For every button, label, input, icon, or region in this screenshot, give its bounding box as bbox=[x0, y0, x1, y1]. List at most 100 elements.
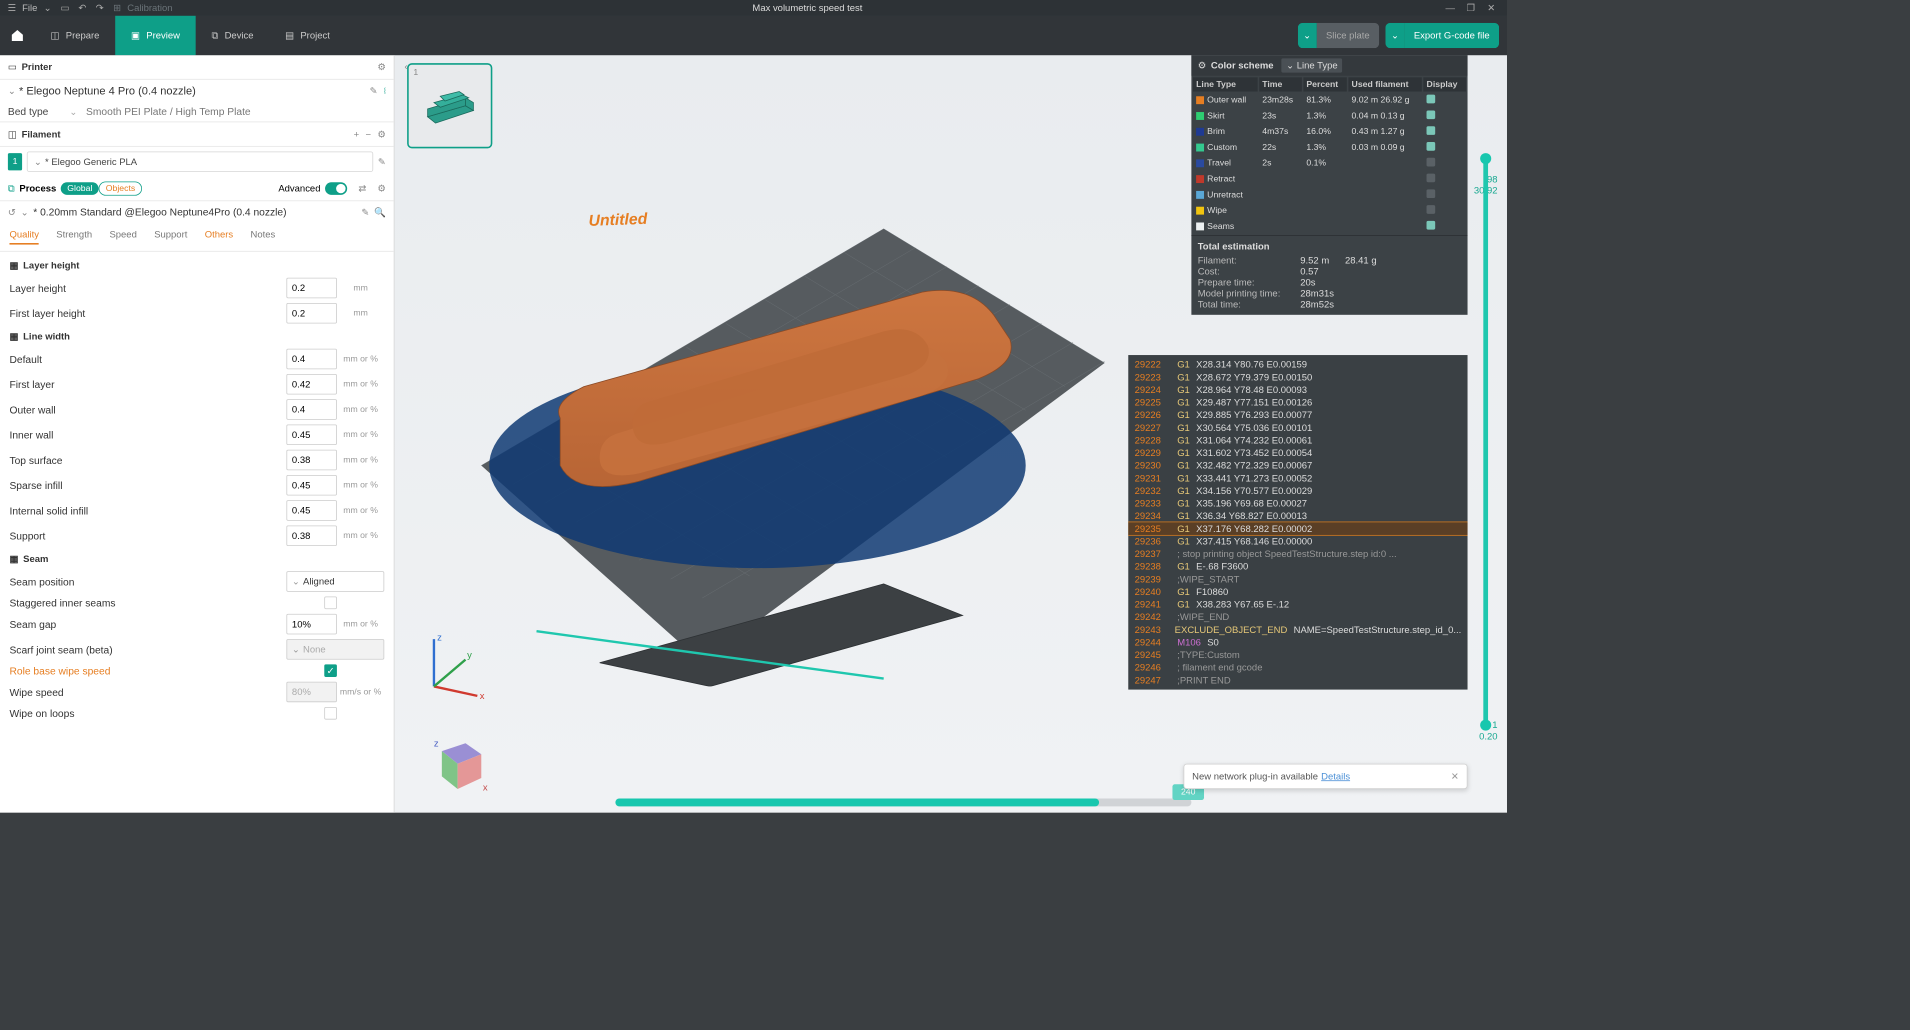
chevron-down-icon[interactable]: ⌄ bbox=[8, 85, 16, 96]
remove-icon[interactable]: − bbox=[365, 129, 371, 140]
settings-tab-quality[interactable]: Quality bbox=[9, 229, 38, 245]
layer-slider[interactable]: 9830.92 10.20 bbox=[1472, 118, 1499, 765]
legend-row[interactable]: Wipe bbox=[1193, 204, 1466, 218]
param-input[interactable] bbox=[286, 278, 336, 299]
settings-tab-others[interactable]: Others bbox=[205, 229, 233, 245]
gcode-panel[interactable]: 29222G1 X28.314 Y80.76 E0.0015929223G1 X… bbox=[1128, 355, 1467, 690]
build-plate[interactable] bbox=[458, 221, 1113, 687]
save-icon[interactable]: ▭ bbox=[58, 1, 72, 15]
view-cube[interactable]: z x bbox=[426, 734, 489, 797]
display-toggle[interactable] bbox=[1427, 158, 1436, 167]
settings-tab-strength[interactable]: Strength bbox=[56, 229, 92, 245]
gcode-line[interactable]: 29244M106 S0 bbox=[1128, 636, 1467, 649]
gcode-line[interactable]: 29240G1 F10860 bbox=[1128, 585, 1467, 598]
legend-row[interactable]: Custom22s1.3%0.03 m 0.09 g bbox=[1193, 140, 1466, 154]
home-button[interactable] bbox=[0, 28, 35, 44]
file-menu[interactable]: File bbox=[22, 2, 37, 13]
gcode-line[interactable]: 29247;PRINT END bbox=[1128, 674, 1467, 687]
tab-device[interactable]: ⧉Device bbox=[196, 16, 270, 55]
bed-type-select[interactable]: Smooth PEI Plate / High Temp Plate bbox=[77, 105, 385, 118]
filament-select[interactable]: ⌄* Elegoo Generic PLA bbox=[27, 151, 373, 172]
redo-icon[interactable]: ↷ bbox=[93, 1, 107, 15]
gcode-line[interactable]: 29243EXCLUDE_OBJECT_END NAME=SpeedTestSt… bbox=[1128, 623, 1467, 636]
gcode-line[interactable]: 29231G1 X33.441 Y71.273 E0.00052 bbox=[1128, 472, 1467, 485]
display-toggle[interactable] bbox=[1427, 189, 1436, 198]
settings-tab-speed[interactable]: Speed bbox=[109, 229, 136, 245]
legend-row[interactable]: Brim4m37s16.0%0.43 m 1.27 g bbox=[1193, 125, 1466, 139]
gear-icon[interactable]: ⚙ bbox=[377, 62, 385, 73]
calibration-menu[interactable]: Calibration bbox=[127, 2, 172, 13]
settings-tab-notes[interactable]: Notes bbox=[250, 229, 275, 245]
gcode-line[interactable]: 29225G1 X29.487 Y77.151 E0.00126 bbox=[1128, 396, 1467, 409]
tab-prepare[interactable]: ◫Prepare bbox=[35, 16, 116, 55]
process-preset-select[interactable]: * 0.20mm Standard @Elegoo Neptune4Pro (0… bbox=[33, 206, 356, 218]
legend-row[interactable]: Skirt23s1.3%0.04 m 0.13 g bbox=[1193, 109, 1466, 123]
slice-plate-button[interactable]: ⌄Slice plate bbox=[1298, 23, 1380, 48]
gear-icon[interactable]: ⚙ bbox=[377, 183, 385, 194]
viewport[interactable]: « 1 Untitled ELEGOO z x bbox=[395, 55, 1507, 812]
gcode-line[interactable]: 29242;WIPE_END bbox=[1128, 611, 1467, 624]
printer-select[interactable]: * Elegoo Neptune 4 Pro (0.4 nozzle) bbox=[16, 84, 363, 97]
checkbox[interactable] bbox=[324, 707, 337, 720]
legend-row[interactable]: Retract bbox=[1193, 172, 1466, 186]
tab-preview[interactable]: ▣Preview bbox=[115, 16, 196, 55]
gcode-line[interactable]: 29236G1 X37.415 Y68.146 E0.00000 bbox=[1128, 535, 1467, 548]
gcode-line[interactable]: 29241G1 X38.283 Y67.65 E-.12 bbox=[1128, 598, 1467, 611]
gcode-line[interactable]: 29228G1 X31.064 Y74.232 E0.00061 bbox=[1128, 434, 1467, 447]
dropdown-icon[interactable]: ⌄ bbox=[41, 1, 55, 15]
filament-color-chip[interactable]: 1 bbox=[8, 153, 22, 170]
objects-badge[interactable]: Objects bbox=[99, 181, 143, 195]
export-gcode-button[interactable]: ⌄Export G-code file bbox=[1385, 23, 1499, 48]
select[interactable]: ⌄Aligned bbox=[286, 571, 384, 592]
gcode-line[interactable]: 29230G1 X32.482 Y72.329 E0.00067 bbox=[1128, 459, 1467, 472]
gcode-line[interactable]: 29239;WIPE_START bbox=[1128, 573, 1467, 586]
global-badge[interactable]: Global bbox=[61, 182, 99, 195]
param-input[interactable] bbox=[286, 399, 336, 420]
horizontal-timeline[interactable]: 240 bbox=[615, 798, 1191, 806]
display-toggle[interactable] bbox=[1427, 205, 1436, 214]
gcode-line[interactable]: 29246; filament end gcode bbox=[1128, 661, 1467, 674]
param-input[interactable] bbox=[286, 682, 336, 703]
display-toggle[interactable] bbox=[1427, 110, 1436, 119]
edit-icon[interactable]: ✎ bbox=[361, 206, 369, 217]
display-toggle[interactable] bbox=[1427, 95, 1436, 104]
notification-details-link[interactable]: Details bbox=[1321, 771, 1350, 782]
minimize-icon[interactable]: — bbox=[1442, 2, 1458, 13]
reset-icon[interactable]: ↺ bbox=[8, 206, 16, 217]
param-input[interactable] bbox=[286, 525, 336, 546]
gcode-line[interactable]: 29234G1 X36.34 Y68.827 E0.00013 bbox=[1128, 510, 1467, 523]
param-input[interactable] bbox=[286, 424, 336, 445]
display-toggle[interactable] bbox=[1427, 174, 1436, 183]
gcode-line[interactable]: 29238G1 E-.68 F3600 bbox=[1128, 560, 1467, 573]
param-input[interactable] bbox=[286, 374, 336, 395]
gcode-line[interactable]: 29224G1 X28.964 Y78.48 E0.00093 bbox=[1128, 383, 1467, 396]
param-input[interactable] bbox=[286, 303, 336, 324]
legend-row[interactable]: Travel2s0.1% bbox=[1193, 156, 1466, 170]
gcode-line[interactable]: 29233G1 X35.196 Y69.68 E0.00027 bbox=[1128, 497, 1467, 510]
display-toggle[interactable] bbox=[1427, 126, 1436, 135]
wifi-icon[interactable]: ⧙ bbox=[384, 85, 386, 97]
close-icon[interactable]: ✕ bbox=[1451, 771, 1459, 782]
param-input[interactable] bbox=[286, 475, 336, 496]
compare-icon[interactable]: ⇄ bbox=[358, 183, 366, 194]
gcode-line[interactable]: 29237; stop printing object SpeedTestStr… bbox=[1128, 548, 1467, 561]
gcode-line[interactable]: 29229G1 X31.602 Y73.452 E0.00054 bbox=[1128, 447, 1467, 460]
settings-tab-support[interactable]: Support bbox=[154, 229, 187, 245]
display-toggle[interactable] bbox=[1427, 221, 1436, 230]
gcode-line[interactable]: 29245;TYPE:Custom bbox=[1128, 649, 1467, 662]
menu-icon[interactable]: ☰ bbox=[5, 1, 19, 15]
maximize-icon[interactable]: ❐ bbox=[1463, 2, 1479, 13]
plate-thumbnail[interactable]: 1 bbox=[407, 63, 492, 148]
checkbox[interactable] bbox=[324, 596, 337, 609]
add-icon[interactable]: + bbox=[354, 129, 360, 140]
gcode-line[interactable]: 29226G1 X29.885 Y76.293 E0.00077 bbox=[1128, 409, 1467, 422]
legend-row[interactable]: Unretract bbox=[1193, 188, 1466, 202]
param-input[interactable] bbox=[286, 500, 336, 521]
close-icon[interactable]: ✕ bbox=[1483, 2, 1499, 13]
select[interactable]: ⌄None bbox=[286, 639, 384, 660]
gcode-line[interactable]: 29223G1 X28.672 Y79.379 E0.00150 bbox=[1128, 371, 1467, 384]
search-icon[interactable]: 🔍 bbox=[374, 206, 386, 217]
gcode-line[interactable]: 29235G1 X37.176 Y68.282 E0.00002 bbox=[1128, 522, 1467, 535]
display-toggle[interactable] bbox=[1427, 142, 1436, 151]
param-input[interactable] bbox=[286, 450, 336, 471]
